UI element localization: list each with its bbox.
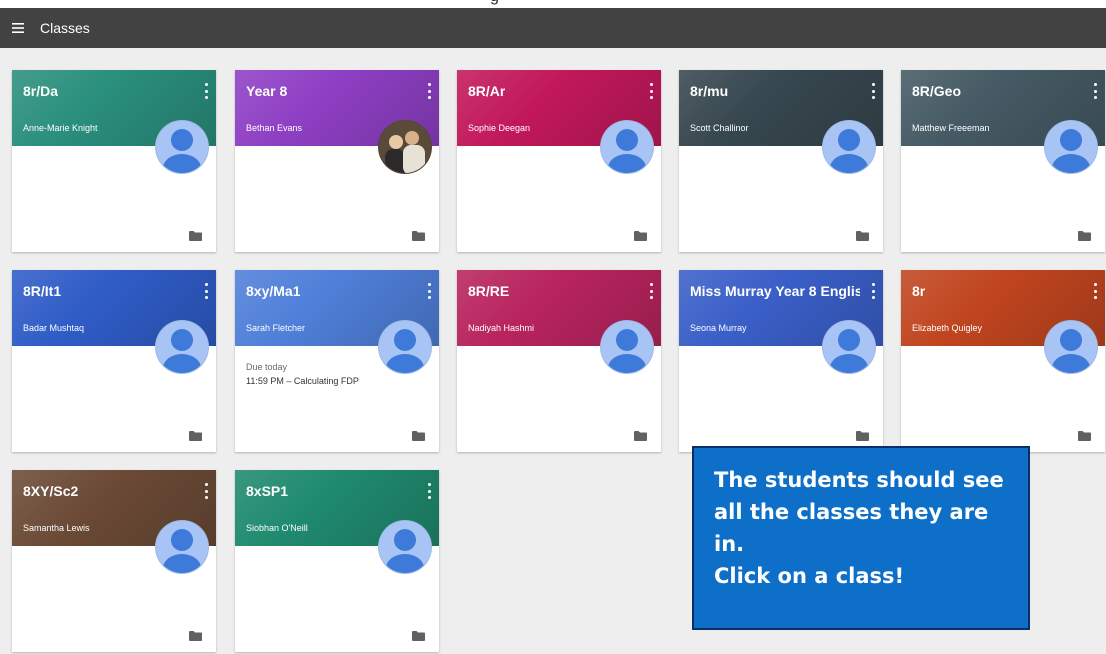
more-options-icon[interactable] (869, 283, 877, 299)
class-card[interactable]: 8R/It1 Badar Mushtaq (12, 270, 216, 452)
more-options-icon[interactable] (1091, 283, 1099, 299)
folder-icon[interactable] (856, 228, 869, 241)
teacher-name: Seona Murray (690, 323, 747, 333)
teacher-name: Samantha Lewis (23, 523, 90, 533)
class-name-link[interactable]: 8xy/Ma1 (246, 283, 300, 299)
folder-icon[interactable] (634, 228, 647, 241)
class-name-link[interactable]: 8r/mu (690, 83, 728, 99)
due-assignment-link[interactable]: 11:59 PM – Calculating FDP (246, 376, 359, 386)
class-name-link[interactable]: 8xSP1 (246, 483, 288, 499)
folder-icon[interactable] (634, 428, 647, 441)
callout-line: The students should see (714, 468, 1004, 492)
class-card[interactable]: 8R/RE Nadiyah Hashmi (457, 270, 661, 452)
class-name-link[interactable]: Miss Murray Year 8 English (690, 283, 860, 299)
default-avatar-icon (155, 520, 209, 574)
default-avatar-icon (155, 120, 209, 174)
class-card[interactable]: 8r Elizabeth Quigley (901, 270, 1105, 452)
class-card[interactable]: Year 8 Bethan Evans (235, 70, 439, 252)
top-strip: g (0, 0, 1106, 8)
app-bar: Classes (0, 8, 1106, 48)
folder-icon[interactable] (189, 428, 202, 441)
class-card[interactable]: 8xSP1 Siobhan O'Neill (235, 470, 439, 652)
callout-line: Click on a class! (714, 564, 905, 588)
teacher-name: Scott Challinor (690, 123, 749, 133)
teacher-name: Badar Mushtaq (23, 323, 85, 333)
class-card[interactable]: 8r/Da Anne-Marie Knight (12, 70, 216, 252)
teacher-name: Siobhan O'Neill (246, 523, 308, 533)
default-avatar-icon (155, 320, 209, 374)
folder-icon[interactable] (412, 228, 425, 241)
class-card[interactable]: 8XY/Sc2 Samantha Lewis (12, 470, 216, 652)
more-options-icon[interactable] (202, 483, 210, 499)
folder-icon[interactable] (1078, 228, 1091, 241)
class-name-link[interactable]: 8R/It1 (23, 283, 61, 299)
callout-line: in. (714, 532, 745, 556)
more-options-icon[interactable] (647, 83, 655, 99)
class-card[interactable]: 8R/Geo Matthew Freeeman (901, 70, 1105, 252)
folder-icon[interactable] (856, 428, 869, 441)
app-title: Classes (40, 20, 90, 36)
class-name-link[interactable]: 8R/Ar (468, 83, 505, 99)
more-options-icon[interactable] (425, 83, 433, 99)
teacher-name: Elizabeth Quigley (912, 323, 983, 333)
due-label: Due today (246, 362, 288, 372)
more-options-icon[interactable] (647, 283, 655, 299)
more-options-icon[interactable] (202, 283, 210, 299)
default-avatar-icon (1044, 320, 1098, 374)
class-name-link[interactable]: 8R/Geo (912, 83, 961, 99)
more-options-icon[interactable] (202, 83, 210, 99)
class-name-link[interactable]: 8R/RE (468, 283, 509, 299)
callout-line: all the classes they are (714, 500, 989, 524)
folder-icon[interactable] (189, 228, 202, 241)
teacher-photo-avatar (378, 120, 432, 174)
folder-icon[interactable] (1078, 428, 1091, 441)
folder-icon[interactable] (412, 628, 425, 641)
default-avatar-icon (600, 320, 654, 374)
teacher-name: Matthew Freeeman (912, 123, 990, 133)
class-card[interactable]: 8R/Ar Sophie Deegan (457, 70, 661, 252)
folder-icon[interactable] (412, 428, 425, 441)
folder-icon[interactable] (189, 628, 202, 641)
class-name-link[interactable]: 8XY/Sc2 (23, 483, 78, 499)
teacher-name: Sarah Fletcher (246, 323, 306, 333)
teacher-name: Anne-Marie Knight (23, 123, 98, 133)
class-name-link[interactable]: Year 8 (246, 83, 287, 99)
default-avatar-icon (1044, 120, 1098, 174)
more-options-icon[interactable] (425, 283, 433, 299)
class-card[interactable]: 8xy/Ma1 Sarah Fletcher Due today 11:59 PM –… (235, 270, 439, 452)
class-name-link[interactable]: 8r/Da (23, 83, 58, 99)
class-card[interactable]: 8r/mu Scott Challinor (679, 70, 883, 252)
class-card[interactable]: Miss Murray Year 8 English Seona Murray (679, 270, 883, 452)
teacher-name: Bethan Evans (246, 123, 303, 133)
cropped-heading-text: g (490, 0, 499, 6)
default-avatar-icon (378, 320, 432, 374)
default-avatar-icon (822, 120, 876, 174)
class-name-link[interactable]: 8r (912, 283, 925, 299)
teacher-name: Sophie Deegan (468, 123, 531, 133)
more-options-icon[interactable] (425, 483, 433, 499)
hamburger-menu-icon[interactable] (0, 8, 36, 48)
default-avatar-icon (600, 120, 654, 174)
instruction-callout: The students should see all the classes … (692, 446, 1030, 630)
default-avatar-icon (822, 320, 876, 374)
teacher-name: Nadiyah Hashmi (468, 323, 535, 333)
more-options-icon[interactable] (869, 83, 877, 99)
more-options-icon[interactable] (1091, 83, 1099, 99)
default-avatar-icon (378, 520, 432, 574)
